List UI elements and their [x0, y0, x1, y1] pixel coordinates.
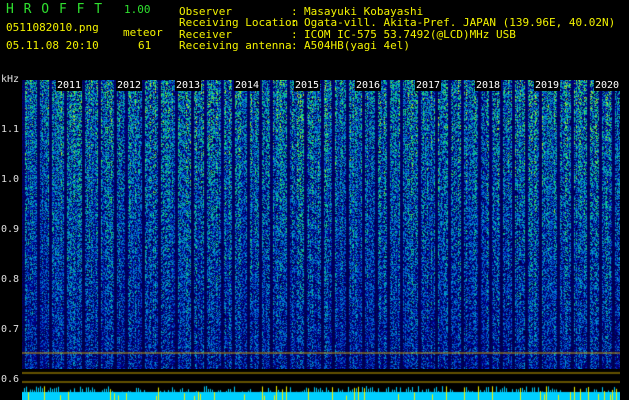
tick-label: 1.1 [1, 124, 20, 135]
minute-label: 2014 [234, 80, 261, 91]
meteor-count: 61 [138, 39, 152, 52]
tick-label: 0.8 [1, 274, 20, 285]
tick-label: 0.9 [1, 224, 20, 235]
location-key: Receiving Location [179, 16, 299, 29]
antenna-key: Receiving antenna [179, 39, 292, 52]
minute-label: 2012 [116, 80, 143, 91]
frequency-axis: kHz 1.1 1.0 0.9 0.8 0.7 0.6 [0, 70, 22, 400]
file-name: 0511082010.png [6, 21, 99, 34]
antenna-value: A504HB(yagi 4el) [304, 39, 410, 52]
meteor-detection-bar [22, 369, 620, 400]
minute-label: 2016 [355, 80, 382, 91]
minute-label: 2015 [294, 80, 321, 91]
location-value: Ogata-vill. Akita-Pref. JAPAN (139.96E, … [304, 16, 616, 29]
minute-label: 2013 [175, 80, 202, 91]
minute-label: 2017 [415, 80, 442, 91]
minute-label: 2018 [475, 80, 502, 91]
tick-label: 1.0 [1, 174, 20, 185]
tick-label: 0.7 [1, 324, 20, 335]
minute-label: 2020 [594, 80, 621, 91]
spectrogram-canvas [22, 80, 620, 369]
minute-label: 2011 [56, 80, 83, 91]
file-datetime: 05.11.08 20:10 [6, 39, 99, 52]
tick-label: 0.6 [1, 374, 20, 385]
app-title: H R O F F T [6, 2, 104, 17]
meteor-label: meteor [123, 26, 163, 39]
axis-unit: kHz [1, 74, 20, 85]
location-sep: : [291, 16, 298, 29]
minute-label: 2019 [534, 80, 561, 91]
antenna-sep: : [291, 39, 298, 52]
app-version: 1.00 [124, 3, 151, 16]
